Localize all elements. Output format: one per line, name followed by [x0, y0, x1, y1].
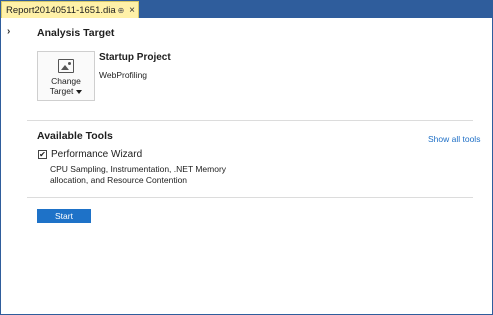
startup-project-name: WebProfiling — [99, 70, 148, 80]
change-target-label-line1: Change — [51, 76, 81, 86]
pin-icon[interactable]: ⊕ — [116, 6, 126, 15]
section-divider — [27, 120, 473, 121]
diagnostics-session-panel: › Analysis Target Change Target Startup … — [1, 18, 492, 314]
change-target-label-line2: Target — [49, 86, 74, 96]
change-target-label: Change Target — [50, 76, 83, 96]
performance-wizard-checkbox[interactable]: ✔ — [38, 150, 47, 159]
close-icon[interactable]: × — [126, 5, 138, 16]
analysis-target-heading: Analysis Target — [37, 27, 115, 39]
checkmark-icon: ✔ — [39, 149, 46, 159]
window-frame: Report20140511-1651.diagsession ⊕ × › An… — [0, 0, 493, 315]
document-tab[interactable]: Report20140511-1651.diagsession ⊕ × — [1, 1, 139, 18]
start-button[interactable]: Start — [37, 209, 91, 223]
expand-arrow-icon[interactable]: › — [7, 26, 10, 37]
image-target-icon — [58, 59, 74, 73]
startup-project-heading: Startup Project — [99, 52, 171, 63]
available-tools-heading: Available Tools — [37, 130, 113, 142]
document-tab-title: Report20140511-1651.diagsession — [6, 4, 116, 16]
dropdown-caret-icon — [76, 89, 83, 94]
section-divider — [27, 197, 473, 198]
performance-wizard-label[interactable]: Performance Wizard — [51, 149, 142, 160]
show-all-tools-link[interactable]: Show all tools — [428, 134, 480, 144]
performance-wizard-description: CPU Sampling, Instrumentation, .NET Memo… — [50, 164, 227, 185]
change-target-button[interactable]: Change Target — [37, 51, 95, 101]
